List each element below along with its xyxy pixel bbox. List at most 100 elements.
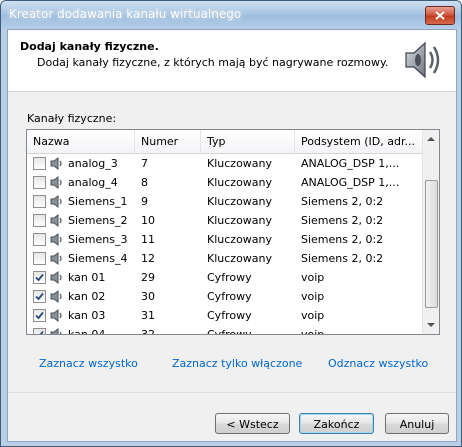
- row-subsystem: voip: [301, 328, 325, 335]
- close-icon: [435, 11, 445, 20]
- row-subsystem: ANALOG_DSP 1,...: [301, 157, 400, 170]
- channel-speaker-icon: [50, 290, 62, 303]
- table-row[interactable]: kan 01 29 Cyfrowy voip: [27, 268, 423, 287]
- row-type: Kluczowany: [207, 214, 273, 227]
- row-number: 10: [141, 214, 155, 227]
- channels-list[interactable]: Nazwa Numer Typ Podsystem (ID, adr... an…: [26, 129, 440, 335]
- row-checkbox[interactable]: [33, 176, 46, 189]
- column-header-type[interactable]: Typ: [201, 130, 295, 153]
- channel-speaker-icon: [50, 157, 62, 170]
- row-subsystem: Siemens 2, 0:2: [301, 233, 384, 246]
- row-subsystem: voip: [301, 290, 325, 303]
- row-subsystem: Siemens 2, 0:2: [301, 195, 384, 208]
- window-title: Kreator dodawania kanału wirtualnego: [9, 7, 242, 21]
- channel-speaker-icon: [50, 195, 62, 208]
- row-checkbox[interactable]: [33, 290, 46, 303]
- column-header-subsystem[interactable]: Podsystem (ID, adr...: [295, 130, 423, 153]
- wizard-body: Dodaj kanały fizyczne. Dodaj kanały fizy…: [7, 29, 457, 442]
- channel-speaker-icon: [50, 309, 62, 322]
- row-number: 12: [141, 252, 155, 265]
- scrollbar-thumb[interactable]: [425, 180, 438, 308]
- row-checkbox[interactable]: [33, 214, 46, 227]
- row-checkbox[interactable]: [33, 309, 46, 322]
- row-name: Siemens_3: [68, 233, 128, 246]
- channel-speaker-icon: [50, 271, 62, 284]
- row-type: Cyfrowy: [207, 328, 252, 335]
- row-number: 31: [141, 309, 155, 322]
- channel-speaker-icon: [50, 233, 62, 246]
- table-row[interactable]: Siemens_1 9 Kluczowany Siemens 2, 0:2: [27, 192, 423, 211]
- row-name: kan 04: [68, 328, 106, 335]
- row-subsystem: ANALOG_DSP 1,...: [301, 176, 400, 189]
- row-name: kan 01: [68, 271, 106, 284]
- row-checkbox[interactable]: [33, 252, 46, 265]
- row-number: 7: [141, 157, 148, 170]
- row-checkbox[interactable]: [33, 157, 46, 170]
- row-subsystem: voip: [301, 309, 325, 322]
- speaker-icon: [405, 41, 440, 79]
- vertical-scrollbar[interactable]: [422, 130, 439, 334]
- column-header-name[interactable]: Nazwa: [27, 130, 135, 153]
- scroll-up-icon[interactable]: [424, 131, 438, 147]
- row-type: Cyfrowy: [207, 290, 252, 303]
- row-checkbox[interactable]: [33, 233, 46, 246]
- checkmark-icon: [35, 292, 44, 301]
- row-subsystem: voip: [301, 271, 325, 284]
- channel-speaker-icon: [50, 214, 62, 227]
- table-row[interactable]: Siemens_3 11 Kluczowany Siemens 2, 0:2: [27, 230, 423, 249]
- row-number: 11: [141, 233, 155, 246]
- row-type: Cyfrowy: [207, 309, 252, 322]
- finish-button[interactable]: Zakończ: [299, 413, 374, 434]
- wizard-window: Kreator dodawania kanału wirtualnego Dod…: [0, 0, 462, 447]
- row-type: Kluczowany: [207, 157, 273, 170]
- row-type: Kluczowany: [207, 195, 273, 208]
- row-number: 32: [141, 328, 155, 335]
- row-checkbox[interactable]: [33, 271, 46, 284]
- table-row[interactable]: kan 03 31 Cyfrowy voip: [27, 306, 423, 325]
- row-number: 9: [141, 195, 148, 208]
- table-row[interactable]: Siemens_4 12 Kluczowany Siemens 2, 0:2: [27, 249, 423, 268]
- scroll-down-icon[interactable]: [424, 317, 438, 333]
- row-subsystem: Siemens 2, 0:2: [301, 252, 384, 265]
- row-name: analog_3: [68, 157, 118, 170]
- row-type: Kluczowany: [207, 252, 273, 265]
- cancel-button[interactable]: Anuluj: [385, 413, 449, 434]
- row-checkbox[interactable]: [33, 195, 46, 208]
- row-name: Siemens_4: [68, 252, 128, 265]
- header-title: Dodaj kanały fizyczne.: [20, 40, 159, 53]
- row-checkbox[interactable]: [33, 328, 46, 334]
- footer-divider: [8, 392, 456, 393]
- row-name: kan 03: [68, 309, 106, 322]
- table-row[interactable]: Siemens_2 10 Kluczowany Siemens 2, 0:2: [27, 211, 423, 230]
- row-name: Siemens_2: [68, 214, 128, 227]
- channel-speaker-icon: [50, 328, 62, 334]
- row-name: Siemens_1: [68, 195, 128, 208]
- table-row[interactable]: kan 04 32 Cyfrowy voip: [27, 325, 423, 335]
- table-row[interactable]: analog_4 8 Kluczowany ANALOG_DSP 1,...: [27, 173, 423, 192]
- row-subsystem: Siemens 2, 0:2: [301, 214, 384, 227]
- row-name: kan 02: [68, 290, 106, 303]
- row-type: Kluczowany: [207, 233, 273, 246]
- row-number: 8: [141, 176, 148, 189]
- header-subtitle: Dodaj kanały fizyczne, z których mają by…: [37, 56, 389, 69]
- channels-label: Kanały fizyczne:: [27, 112, 117, 125]
- select-all-link[interactable]: Zaznacz wszystko: [39, 357, 138, 370]
- row-type: Kluczowany: [207, 176, 273, 189]
- row-number: 30: [141, 290, 155, 303]
- row-name: analog_4: [68, 176, 118, 189]
- list-rows: analog_3 7 Kluczowany ANALOG_DSP 1,... a…: [27, 154, 423, 335]
- wizard-header: Dodaj kanały fizyczne. Dodaj kanały fizy…: [8, 30, 456, 92]
- checkmark-icon: [36, 330, 44, 334]
- checkmark-icon: [35, 311, 44, 320]
- column-header-number[interactable]: Numer: [135, 130, 201, 153]
- channel-speaker-icon: [50, 176, 62, 189]
- close-button[interactable]: [425, 6, 455, 25]
- table-row[interactable]: kan 02 30 Cyfrowy voip: [27, 287, 423, 306]
- deselect-all-link[interactable]: Odznacz wszystko: [328, 357, 428, 370]
- row-number: 29: [141, 271, 155, 284]
- back-button[interactable]: < Wstecz: [215, 413, 290, 434]
- row-type: Cyfrowy: [207, 271, 252, 284]
- table-row[interactable]: analog_3 7 Kluczowany ANALOG_DSP 1,...: [27, 154, 423, 173]
- title-bar[interactable]: Kreator dodawania kanału wirtualnego: [1, 1, 461, 28]
- select-enabled-link[interactable]: Zaznacz tylko włączone: [172, 357, 302, 370]
